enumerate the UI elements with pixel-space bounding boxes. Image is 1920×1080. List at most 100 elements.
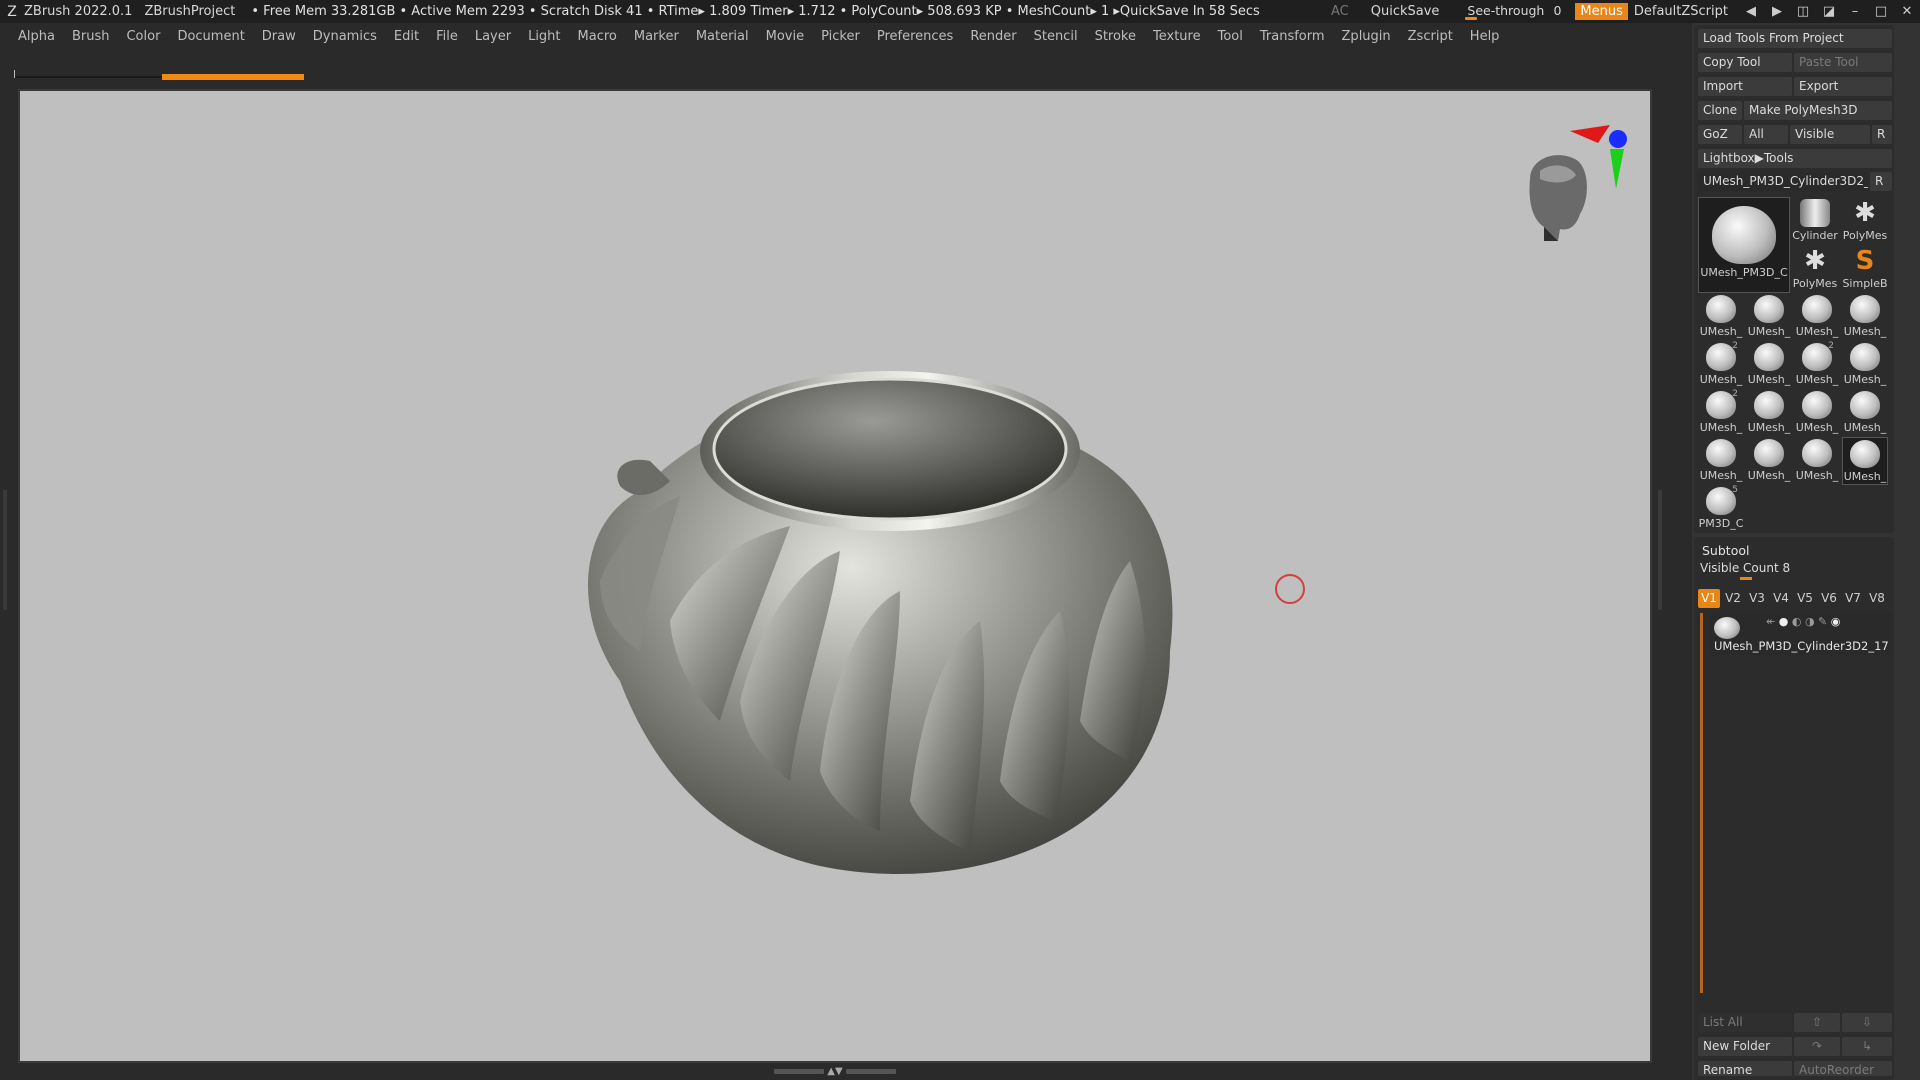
menu-dynamics[interactable]: Dynamics — [313, 29, 377, 44]
current-tool-slider[interactable]: UMesh_PM3D_Cylinder3D2_1 — [1698, 172, 1868, 191]
menu-marker[interactable]: Marker — [634, 29, 679, 44]
polypaint-icon[interactable]: ◐ — [1792, 615, 1802, 628]
menu-help[interactable]: Help — [1470, 29, 1500, 44]
menu-file[interactable]: File — [436, 29, 458, 44]
left-tray-grip[interactable] — [3, 490, 9, 610]
collapse-arrows-icon[interactable]: ▲▼ — [826, 1067, 844, 1077]
menus-toggle-button[interactable]: Menus — [1575, 3, 1628, 20]
tool-umesh-10[interactable]: UMesh_ — [1746, 389, 1792, 437]
toggle-icon[interactable]: ● — [1779, 615, 1789, 628]
quicksave-button[interactable]: QuickSave — [1371, 4, 1440, 19]
layout-icon[interactable]: ◫ — [1790, 4, 1816, 19]
menu-layer[interactable]: Layer — [475, 29, 511, 44]
menu-tool[interactable]: Tool — [1218, 29, 1243, 44]
tool-umesh-5[interactable]: 2 UMesh_ — [1698, 341, 1744, 389]
pencil-icon[interactable]: ✎ — [1818, 615, 1827, 628]
tool-umesh-11[interactable]: UMesh_ — [1794, 389, 1840, 437]
tab-v3[interactable]: V3 — [1746, 589, 1768, 608]
menu-texture[interactable]: Texture — [1153, 29, 1201, 44]
tool-umesh-2[interactable]: UMesh_ — [1746, 293, 1792, 341]
tool-umesh-15[interactable]: UMesh_ — [1794, 437, 1840, 485]
make-polymesh-button[interactable]: Make PolyMesh3D — [1744, 101, 1892, 120]
import-button[interactable]: Import — [1698, 77, 1792, 96]
tool-umesh-13[interactable]: UMesh_ — [1698, 437, 1744, 485]
export-button[interactable]: Export — [1794, 77, 1892, 96]
menu-render[interactable]: Render — [970, 29, 1016, 44]
load-tools-button[interactable]: Load Tools From Project — [1698, 29, 1892, 48]
close-icon[interactable]: ✕ — [1894, 4, 1920, 19]
menu-picker[interactable]: Picker — [821, 29, 860, 44]
subtool-list-scrollbar[interactable] — [1700, 613, 1703, 993]
menu-brush[interactable]: Brush — [72, 29, 110, 44]
gizmo-z-sphere[interactable] — [1609, 130, 1627, 148]
tab-v7[interactable]: V7 — [1842, 589, 1864, 608]
tool-umesh-14[interactable]: UMesh_ — [1746, 437, 1792, 485]
goz-r-button[interactable]: R — [1872, 125, 1892, 144]
tab-v1[interactable]: V1 — [1698, 589, 1720, 608]
goz-visible-button[interactable]: Visible — [1790, 125, 1870, 144]
tool-umesh-6[interactable]: UMesh_ — [1746, 341, 1792, 389]
menu-color[interactable]: Color — [126, 29, 160, 44]
see-through-slider[interactable]: See-through 0 — [1463, 2, 1567, 21]
tool-simplebrush[interactable]: S SimpleB — [1842, 245, 1888, 293]
document-canvas[interactable] — [18, 89, 1652, 1063]
menu-transform[interactable]: Transform — [1260, 29, 1325, 44]
goz-button[interactable]: GoZ — [1698, 125, 1742, 144]
gizmo-head-icon[interactable] — [1529, 155, 1587, 241]
visible-count-slider[interactable]: Visible Count 8 — [1700, 561, 1790, 575]
tool-polymesh-2[interactable]: ✱ PolyMes — [1792, 245, 1838, 293]
tool-umesh-9[interactable]: 2 UMesh_ — [1698, 389, 1744, 437]
lightbox-tools-button[interactable]: Lightbox▶Tools — [1698, 149, 1892, 168]
subtool-title[interactable]: Subtool — [1702, 543, 1749, 558]
menu-draw[interactable]: Draw — [262, 29, 296, 44]
tool-umesh-16-selected[interactable]: UMesh_ — [1842, 437, 1888, 485]
tab-v2[interactable]: V2 — [1722, 589, 1744, 608]
brush-icon[interactable]: ↞ — [1766, 615, 1775, 628]
tab-v8[interactable]: V8 — [1866, 589, 1888, 608]
goz-all-button[interactable]: All — [1744, 125, 1788, 144]
sculpted-vase-model[interactable] — [560, 321, 1220, 891]
navigation-gizmo[interactable] — [1510, 119, 1630, 289]
tab-v4[interactable]: V4 — [1770, 589, 1792, 608]
tool-pm3d[interactable]: 5 PM3D_C — [1698, 485, 1744, 533]
tool-umesh-1[interactable]: UMesh_ — [1698, 293, 1744, 341]
menu-preferences[interactable]: Preferences — [877, 29, 953, 44]
menu-document[interactable]: Document — [177, 29, 244, 44]
menu-edit[interactable]: Edit — [394, 29, 419, 44]
ac-button[interactable]: AC — [1331, 4, 1349, 19]
tool-umesh-4[interactable]: UMesh_ — [1842, 293, 1888, 341]
menu-stroke[interactable]: Stroke — [1095, 29, 1136, 44]
copy-tool-button[interactable]: Copy Tool — [1698, 53, 1792, 72]
menu-stencil[interactable]: Stencil — [1034, 29, 1078, 44]
material-icon[interactable]: ◑ — [1805, 615, 1815, 628]
menu-macro[interactable]: Macro — [578, 29, 617, 44]
tool-umesh-12[interactable]: UMesh_ — [1842, 389, 1888, 437]
minimize-icon[interactable]: – — [1842, 4, 1868, 19]
subtool-item[interactable]: ↞ ● ◐ ◑ ✎ ◉ UMesh_PM3D_Cylinder3D2_17 — [1710, 613, 1892, 655]
menu-zplugin[interactable]: Zplugin — [1342, 29, 1391, 44]
tool-polymesh-1[interactable]: ✱ PolyMes — [1842, 197, 1888, 245]
tool-cylinder[interactable]: Cylinder — [1792, 197, 1838, 245]
tool-umesh-8[interactable]: UMesh_ — [1842, 341, 1888, 389]
tool-umesh-3[interactable]: UMesh_ — [1794, 293, 1840, 341]
tab-active-indicator[interactable] — [162, 74, 304, 80]
default-zscript-button[interactable]: DefaultZScript — [1634, 4, 1728, 19]
gizmo-x-arrow[interactable] — [1570, 125, 1610, 143]
right-tray-grip[interactable] — [1658, 490, 1664, 610]
shelf-tab-strip[interactable] — [14, 70, 304, 82]
tray-right-icon[interactable]: ▶ — [1764, 4, 1790, 19]
layout-alt-icon[interactable]: ◪ — [1816, 4, 1842, 19]
menu-light[interactable]: Light — [528, 29, 560, 44]
menu-alpha[interactable]: Alpha — [18, 29, 55, 44]
maximize-icon[interactable]: □ — [1868, 4, 1894, 19]
menu-zscript[interactable]: Zscript — [1408, 29, 1453, 44]
current-tool-r-button[interactable]: R — [1870, 172, 1892, 191]
current-tool-thumbnail[interactable]: UMesh_PM3D_C — [1698, 197, 1790, 293]
tool-umesh-7[interactable]: 2 UMesh_ — [1794, 341, 1840, 389]
tab-v5[interactable]: V5 — [1794, 589, 1816, 608]
bottom-shelf-handle[interactable]: ▲▼ — [770, 1067, 900, 1077]
rename-button[interactable]: Rename — [1698, 1061, 1792, 1076]
clone-button[interactable]: Clone — [1698, 101, 1742, 120]
gizmo-y-arrow[interactable] — [1610, 149, 1624, 189]
tab-v6[interactable]: V6 — [1818, 589, 1840, 608]
